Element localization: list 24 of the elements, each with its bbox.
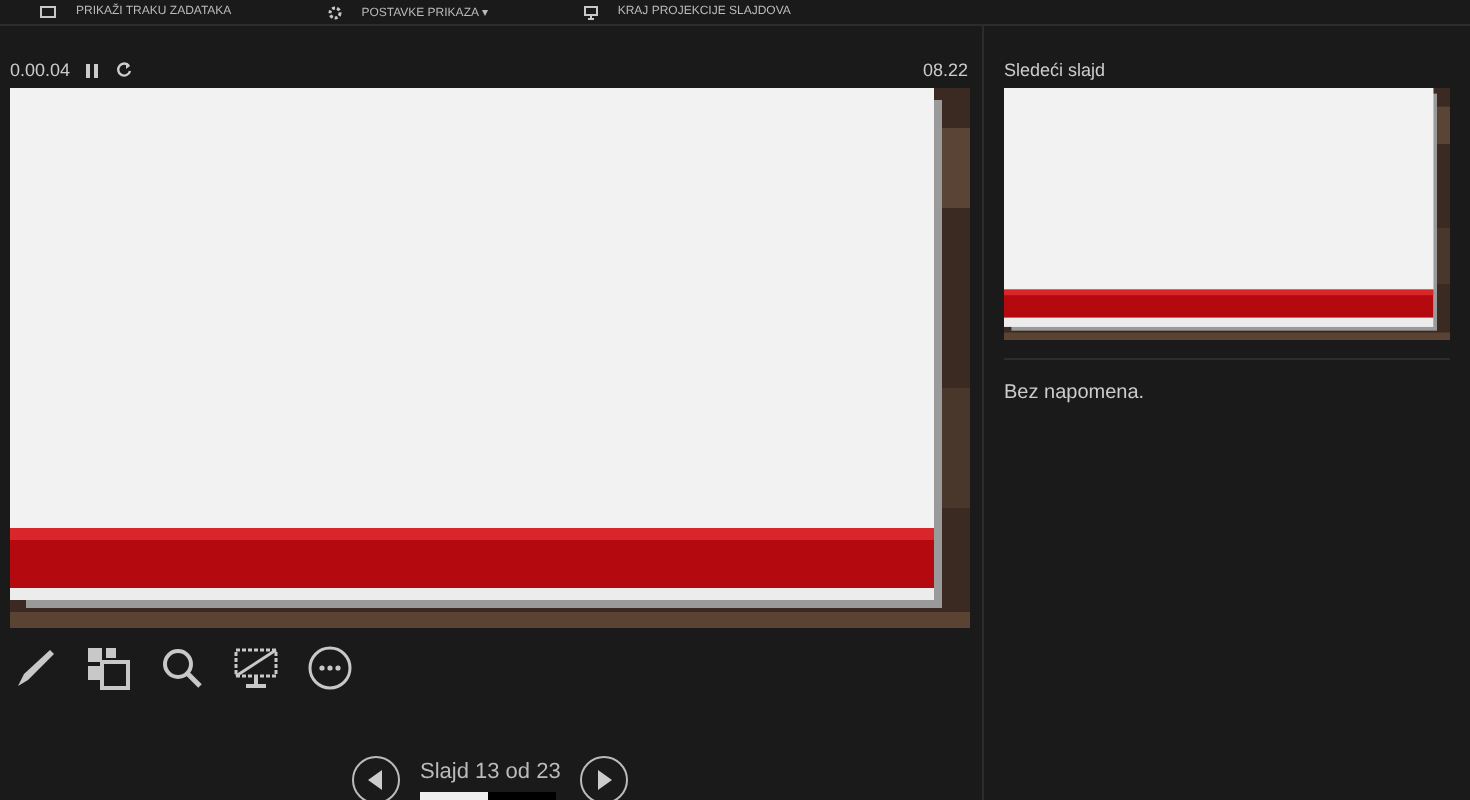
tool-button[interactable] (84, 644, 132, 692)
tool-button[interactable] (158, 644, 206, 692)
slides-icon (86, 646, 130, 690)
next-button[interactable] (580, 756, 629, 800)
progress-bar (420, 792, 556, 800)
previous-button[interactable] (352, 756, 400, 800)
gear-icon (327, 5, 342, 19)
next-slide-title: Sledeći slajd (1004, 60, 1108, 80)
clock-time: 08.22 (922, 60, 968, 80)
left-triangle-icon (368, 770, 384, 790)
pen-icon (12, 646, 56, 690)
restart-icon[interactable] (116, 62, 133, 78)
tool-button[interactable] (232, 644, 280, 692)
monitor-icon (583, 5, 598, 19)
right-triangle-icon (596, 770, 613, 790)
more-icon (308, 646, 352, 690)
pause-icon[interactable] (86, 63, 101, 77)
notes-text: Bez napomena. (1004, 382, 1147, 404)
slide-counter: Slajd 13 od 23 (420, 760, 561, 784)
search-icon (160, 646, 204, 690)
elapsed-time: 0.00.04 (10, 60, 71, 80)
tool-button[interactable] (306, 644, 354, 692)
taskbar-icon (40, 6, 56, 18)
monitor-icon (234, 646, 278, 690)
